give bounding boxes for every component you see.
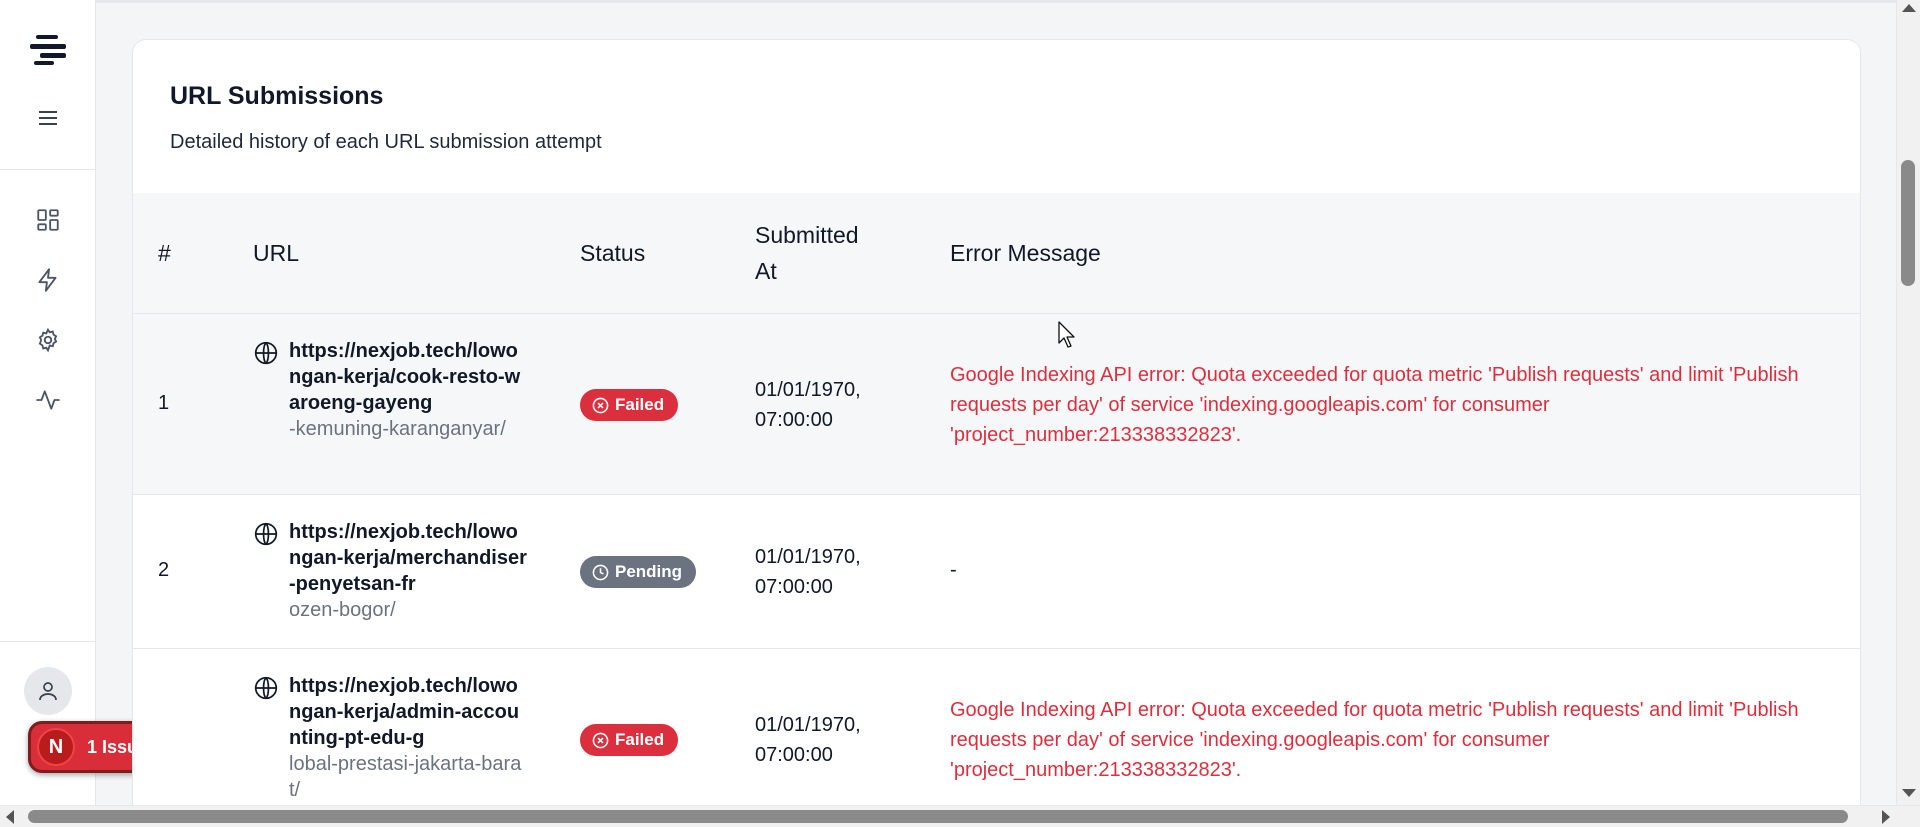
url-link-continuation[interactable]: -kemuning-karanganyar/ [289, 416, 529, 442]
url-link[interactable]: https://nexjob.tech/lowongan-kerja/cook-… [289, 338, 529, 416]
submitted-time: 07:00:00 [755, 409, 833, 431]
globe-icon [254, 341, 278, 365]
gear-icon[interactable] [34, 326, 62, 354]
col-header-error: Error Message [950, 240, 1101, 266]
scroll-right-arrow[interactable] [1882, 810, 1890, 824]
mouse-cursor-icon [1058, 321, 1075, 348]
col-header-num: # [158, 240, 171, 266]
submitted-at: 01/01/1970, 07:00:00 [755, 375, 861, 435]
submitted-date: 01/01/1970, [755, 546, 861, 568]
submitted-time: 07:00:00 [755, 744, 833, 766]
card-title: URL Submissions [170, 82, 384, 110]
error-message: - [950, 559, 957, 581]
sidebar-divider-bottom [0, 641, 96, 642]
user-icon [39, 682, 57, 701]
card-subtitle: Detailed history of each URL submission … [170, 131, 602, 153]
globe-icon [254, 676, 278, 700]
submitted-time: 07:00:00 [755, 576, 833, 598]
table-row[interactable]: 2 https://nexjob.tech/lowongan-kerja/mer… [133, 495, 1860, 649]
url-cell: https://nexjob.tech/lowongan-kerja/cook-… [253, 338, 529, 442]
status-label: Failed [615, 395, 665, 414]
col-header-submitted: Submitted At [755, 217, 859, 289]
avatar[interactable] [24, 667, 72, 715]
url-link[interactable]: https://nexjob.tech/lowongan-kerja/admin… [289, 673, 529, 751]
row-number: 1 [158, 392, 170, 414]
top-divider [96, 0, 1896, 3]
activity-icon[interactable] [34, 386, 62, 414]
x-circle-icon [592, 397, 609, 413]
sidebar-divider [0, 169, 96, 170]
status-badge: Failed [580, 389, 679, 421]
clock-icon [592, 564, 609, 580]
scroll-down-arrow[interactable] [1902, 789, 1916, 797]
status-badge: Failed [580, 724, 679, 756]
app-logo[interactable] [30, 35, 66, 65]
scroll-up-arrow[interactable] [1902, 4, 1916, 12]
url-link-continuation[interactable]: lobal-prestasi-jakarta-barat/ [289, 751, 529, 803]
x-circle-icon [592, 732, 609, 748]
col-header-url: URL [253, 240, 300, 266]
submitted-at: 01/01/1970, 07:00:00 [755, 542, 861, 602]
hamburger-icon[interactable] [36, 108, 60, 128]
horizontal-scroll-thumb[interactable] [28, 810, 1848, 823]
globe-icon [254, 522, 278, 546]
submitted-date: 01/01/1970, [755, 379, 861, 401]
col-header-submitted-line1: Submitted [755, 222, 859, 248]
issues-logo: N [37, 728, 75, 766]
url-submissions-card: URL Submissions Detailed history of each… [132, 39, 1861, 819]
vertical-scrollbar[interactable] [1896, 0, 1920, 805]
url-cell: https://nexjob.tech/lowongan-kerja/admin… [253, 673, 529, 803]
col-header-status: Status [580, 240, 646, 266]
scroll-left-arrow[interactable] [6, 810, 14, 824]
dashboard-grid-icon[interactable] [34, 206, 62, 234]
table-header: # URL Status Submitted At Error Message [133, 193, 1860, 314]
error-message: Google Indexing API error: Quota exceede… [950, 699, 1799, 781]
vertical-scroll-thumb[interactable] [1901, 160, 1915, 286]
col-header-submitted-line2: At [755, 258, 777, 284]
horizontal-scrollbar[interactable] [0, 805, 1920, 827]
status-label: Pending [615, 562, 683, 581]
status-badge: Pending [580, 556, 697, 588]
row-number: 2 [158, 559, 170, 581]
url-link[interactable]: https://nexjob.tech/lowongan-kerja/merch… [289, 519, 529, 597]
error-message: Google Indexing API error: Quota exceede… [950, 364, 1799, 446]
sidebar [0, 0, 96, 805]
submitted-date: 01/01/1970, [755, 714, 861, 736]
url-cell: https://nexjob.tech/lowongan-kerja/merch… [253, 519, 529, 623]
table-row[interactable]: https://nexjob.tech/lowongan-kerja/admin… [133, 649, 1860, 818]
url-link-continuation[interactable]: ozen-bogor/ [289, 597, 529, 623]
table-row[interactable]: 1 https://nexjob.tech/lowongan-kerja/coo… [133, 314, 1860, 495]
submitted-at: 01/01/1970, 07:00:00 [755, 710, 861, 770]
lightning-icon[interactable] [34, 266, 62, 294]
status-label: Failed [615, 730, 665, 749]
